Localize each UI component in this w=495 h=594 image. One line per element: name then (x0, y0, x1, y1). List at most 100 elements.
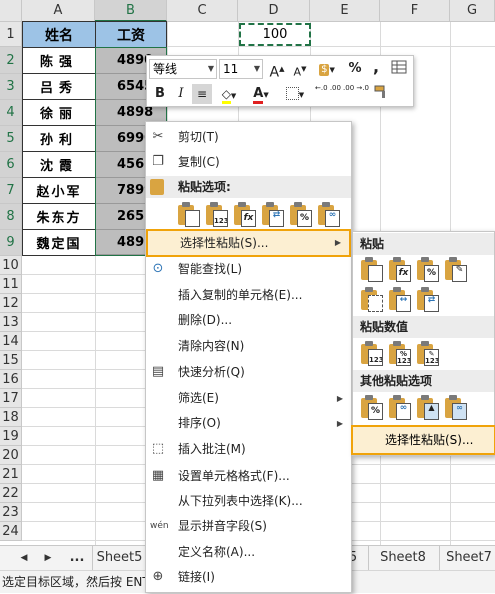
row-header[interactable]: 14 (0, 332, 22, 351)
paste-picture-icon[interactable]: ▲ (415, 395, 441, 421)
paste-formulas-icon[interactable]: fx (232, 202, 258, 228)
column-header-f[interactable]: F (380, 0, 450, 22)
paste-values-icon[interactable]: 123 (204, 202, 230, 228)
row-header[interactable]: 18 (0, 408, 22, 427)
paste-values-source-format-icon[interactable]: ✎ 123 (415, 341, 441, 367)
paste-keep-column-width-icon[interactable]: ↔ (387, 287, 413, 313)
row-header[interactable]: 8 (0, 204, 22, 230)
paste-formatting-icon[interactable]: % (288, 202, 314, 228)
paste-formatting-icon[interactable]: % (359, 395, 385, 421)
accounting-format-button[interactable]: $ ▼ (313, 59, 341, 79)
column-header-g[interactable]: G (450, 0, 495, 22)
row-header[interactable]: 1 (0, 22, 22, 47)
row-header[interactable]: 23 (0, 503, 22, 522)
menu-item-insert-comment[interactable]: ⬚ 插入批注(M) (146, 437, 351, 462)
tab-scroll-prev-button[interactable]: ◀ (14, 546, 34, 570)
menu-item-filter[interactable]: 筛选(E) ▶ (146, 386, 351, 411)
name-cell[interactable]: 孙利 (22, 126, 96, 152)
menu-item-phonetic[interactable]: wén 显示拼音字段(S) (146, 514, 351, 539)
cell-b1-header[interactable]: 工资 (95, 21, 167, 48)
row-header[interactable]: 10 (0, 256, 22, 275)
menu-item-quick-analysis[interactable]: ▤ 快速分析(Q) (146, 360, 351, 385)
paste-transpose-icon[interactable]: ⇄ (260, 202, 286, 228)
menu-item-define-name[interactable]: 定义名称(A)... (146, 540, 351, 565)
paste-transpose-icon[interactable]: ⇄ (415, 287, 441, 313)
column-header-b[interactable]: B (95, 0, 167, 22)
row-header[interactable]: 11 (0, 275, 22, 294)
row-header[interactable]: 6 (0, 152, 22, 178)
column-header-c[interactable]: C (167, 0, 238, 22)
paste-values-icon[interactable]: 123 (359, 341, 385, 367)
fill-color-button[interactable]: ◇▼ (215, 84, 243, 104)
name-cell[interactable]: 沈霞 (22, 152, 96, 178)
font-size-dropdown[interactable]: 11 ▼ (219, 59, 263, 79)
row-header[interactable]: 4 (0, 100, 22, 126)
name-cell[interactable]: 吕秀 (22, 74, 96, 100)
format-painter-table-button[interactable] (389, 59, 409, 79)
paste-keep-source-format-icon[interactable]: ✎ (443, 257, 469, 283)
row-header[interactable]: 12 (0, 294, 22, 313)
decrease-decimal-button[interactable]: .00 →.0 (343, 84, 369, 104)
paste-no-borders-icon[interactable] (359, 287, 385, 313)
paste-icon[interactable] (359, 257, 385, 283)
menu-item-clear-contents[interactable]: 清除内容(N) (146, 334, 351, 359)
menu-item-format-cells[interactable]: ▦ 设置单元格格式(F)... (146, 464, 351, 489)
menu-item-delete[interactable]: 删除(D)... (146, 308, 351, 333)
paste-link-icon[interactable]: ∞ (316, 202, 342, 228)
row-header[interactable]: 2 (0, 47, 22, 74)
paste-link-icon[interactable]: ∞ (387, 395, 413, 421)
font-color-button[interactable]: A▼ (247, 84, 275, 104)
menu-item-cut[interactable]: ✂ 剪切(T) (146, 125, 351, 150)
menu-item-smart-lookup[interactable]: ⊙ 智能查找(L) (146, 257, 351, 282)
align-center-button[interactable]: ≡ (192, 84, 212, 104)
name-cell[interactable]: 朱东方 (22, 204, 96, 230)
italic-button[interactable]: I (171, 84, 191, 104)
column-header-e[interactable]: E (310, 0, 380, 22)
row-header[interactable]: 15 (0, 351, 22, 370)
column-header-d[interactable]: D (238, 0, 310, 22)
paste-linked-picture-icon[interactable]: ∞ (443, 395, 469, 421)
paste-formulas-icon[interactable]: fx (387, 257, 413, 283)
shrink-font-button[interactable]: A▼ (290, 59, 310, 79)
menu-item-sort[interactable]: 排序(O) ▶ (146, 411, 351, 436)
name-cell[interactable]: 赵小军 (22, 178, 96, 204)
row-header[interactable]: 5 (0, 126, 22, 152)
tab-more-button[interactable]: ... (62, 546, 93, 570)
paste-values-number-format-icon[interactable]: % 123 (387, 341, 413, 367)
tab-scroll-next-button[interactable]: ▶ (38, 546, 58, 570)
name-cell[interactable]: 魏定国 (22, 230, 96, 256)
cell-a1-header[interactable]: 姓名 (22, 21, 96, 48)
menu-item-link[interactable]: ⊕ 链接(I) (146, 565, 351, 590)
menu-item-insert-copied[interactable]: 插入复制的单元格(E)... (146, 283, 351, 308)
tab-sheet[interactable]: Sheet5 (92, 546, 148, 570)
format-painter-button[interactable] (371, 84, 391, 104)
submenu-paste-special-button[interactable]: 选择性粘贴(S)... (351, 425, 495, 455)
row-header[interactable]: 7 (0, 178, 22, 204)
comma-style-button[interactable]: , (366, 57, 386, 77)
paste-icon[interactable] (176, 202, 202, 228)
row-header[interactable]: 17 (0, 389, 22, 408)
bold-button[interactable]: B (150, 84, 170, 104)
grow-font-button[interactable]: A▲ (267, 59, 287, 81)
row-header[interactable]: 22 (0, 484, 22, 503)
percent-style-button[interactable]: % (345, 59, 365, 79)
font-name-dropdown[interactable]: 等线 ▼ (149, 59, 217, 79)
row-header[interactable]: 3 (0, 74, 22, 100)
row-header[interactable]: 21 (0, 465, 22, 484)
menu-item-pick-from-list[interactable]: 从下拉列表中选择(K)... (146, 489, 351, 514)
row-header[interactable]: 24 (0, 522, 22, 541)
row-header[interactable]: 19 (0, 427, 22, 446)
menu-item-paste-special[interactable]: 选择性粘贴(S)... ▶ (146, 229, 351, 257)
column-header-a[interactable]: A (22, 0, 95, 22)
menu-item-copy[interactable]: ❐ 复制(C) (146, 150, 351, 175)
borders-button[interactable]: ▼ (281, 84, 309, 104)
name-cell[interactable]: 徐丽 (22, 100, 96, 126)
select-all-corner[interactable] (0, 0, 22, 22)
row-header[interactable]: 16 (0, 370, 22, 389)
row-header[interactable]: 13 (0, 313, 22, 332)
row-header[interactable]: 20 (0, 446, 22, 465)
tab-sheet[interactable]: Sheet8 (367, 546, 440, 570)
increase-decimal-button[interactable]: ←.0 .00 (315, 84, 341, 104)
row-header[interactable]: 9 (0, 230, 22, 256)
tab-sheet[interactable]: Sheet7 (439, 546, 495, 570)
